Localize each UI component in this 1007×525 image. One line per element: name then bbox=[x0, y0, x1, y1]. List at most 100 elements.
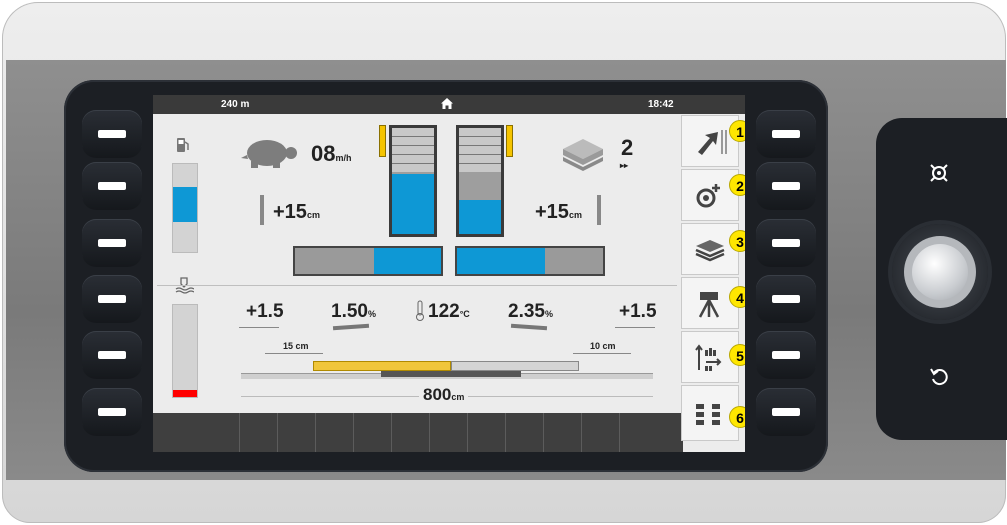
screed-left-plate bbox=[313, 361, 451, 371]
softkey-6-badge: 6 bbox=[729, 406, 745, 428]
left-height-readout: +1.5 bbox=[246, 301, 284, 322]
layer-sub: ▸▸ bbox=[620, 161, 629, 170]
left-hopper-fill bbox=[392, 173, 434, 234]
distance-readout: 240 m bbox=[221, 99, 250, 110]
left-button-1[interactable] bbox=[82, 110, 142, 158]
auger-right-value: +15 bbox=[535, 201, 569, 223]
layer-count: 2 bbox=[621, 135, 634, 160]
temperature-unit: °C bbox=[459, 309, 470, 319]
display-screen: 240 m 18:42 08m/h +15cm 2 ▸▸ +15cm +1.5 … bbox=[153, 95, 745, 452]
fuel-gauge bbox=[172, 163, 198, 253]
knob-panel bbox=[876, 118, 1007, 440]
screed-width-value: 800 bbox=[423, 385, 452, 404]
right-height-marker bbox=[615, 327, 655, 328]
left-slope-value: 1.50 bbox=[331, 301, 368, 322]
left-conveyor-fill bbox=[373, 248, 441, 274]
softkey-5-badge: 5 bbox=[729, 344, 745, 366]
softkey-3-badge: 3 bbox=[729, 230, 745, 252]
right-button-4[interactable] bbox=[756, 275, 816, 323]
auger-left-unit: cm bbox=[306, 210, 320, 220]
tripod-camera-icon bbox=[694, 290, 726, 323]
bottom-status-strip bbox=[153, 413, 683, 452]
right-height-readout: +1.5 bbox=[619, 301, 657, 322]
right-slope-value: 2.35 bbox=[508, 301, 545, 322]
left-button-5[interactable] bbox=[82, 331, 142, 379]
fuel-gauge-fill bbox=[173, 186, 197, 222]
tank-gauge bbox=[172, 304, 198, 398]
speed-readout: 08m/h bbox=[311, 141, 352, 167]
left-button-6[interactable] bbox=[82, 388, 142, 436]
clock-readout: 18:42 bbox=[648, 99, 674, 110]
softkey-1[interactable] bbox=[681, 115, 739, 167]
right-hopper-flap bbox=[506, 125, 513, 157]
auger-left-gauge-icon bbox=[260, 195, 264, 225]
temperature-readout: 122°C bbox=[428, 301, 470, 323]
softkey-4-badge: 4 bbox=[729, 286, 745, 308]
operator-panel: 240 m 18:42 08m/h +15cm 2 ▸▸ +15cm +1.5 … bbox=[0, 0, 1007, 525]
exit-arrow-icon bbox=[694, 128, 728, 161]
softkey-3[interactable] bbox=[681, 223, 739, 275]
right-hopper bbox=[456, 125, 504, 237]
right-hopper-grid bbox=[459, 128, 501, 172]
left-conveyor bbox=[293, 246, 443, 276]
left-slope-marker bbox=[332, 323, 370, 331]
left-hopper-flap bbox=[379, 125, 386, 157]
screed-width-unit: cm bbox=[451, 392, 465, 402]
rotary-knob[interactable] bbox=[892, 224, 988, 320]
right-slope-marker bbox=[510, 323, 548, 331]
screed-base bbox=[381, 371, 521, 377]
right-extension-label: 10 cm bbox=[590, 341, 616, 351]
knob-cap bbox=[912, 244, 968, 300]
screed-right-plate bbox=[451, 361, 579, 371]
left-slope-unit: % bbox=[367, 309, 376, 319]
left-extension-label: 15 cm bbox=[283, 341, 309, 351]
right-conveyor bbox=[455, 246, 605, 276]
status-bar: 240 m 18:42 bbox=[153, 95, 745, 114]
auger-right-readout: +15cm bbox=[535, 201, 582, 224]
right-button-1[interactable] bbox=[756, 110, 816, 158]
left-button-3[interactable] bbox=[82, 219, 142, 267]
left-extension-line bbox=[265, 353, 323, 354]
right-button-2[interactable] bbox=[756, 162, 816, 210]
left-height-marker bbox=[239, 327, 279, 328]
thermometer-icon bbox=[415, 300, 425, 327]
sort-list-icon bbox=[694, 344, 726, 377]
left-button-4[interactable] bbox=[82, 275, 142, 323]
water-tank-icon bbox=[174, 276, 195, 299]
screed-width-readout: 800cm bbox=[419, 385, 469, 405]
auger-right-gauge-icon bbox=[597, 195, 601, 225]
right-button-6[interactable] bbox=[756, 388, 816, 436]
right-conveyor-fill bbox=[457, 248, 545, 274]
auger-left-readout: +15cm bbox=[273, 201, 320, 224]
auger-left-value: +15 bbox=[273, 201, 307, 223]
right-hopper-fill bbox=[459, 200, 501, 234]
left-button-2[interactable] bbox=[82, 162, 142, 210]
turtle-icon bbox=[239, 137, 299, 174]
layers-icon bbox=[561, 139, 605, 178]
right-button-3[interactable] bbox=[756, 219, 816, 267]
softkey-2[interactable] bbox=[681, 169, 739, 221]
back-arrow-icon[interactable] bbox=[928, 365, 950, 392]
settings-add-icon bbox=[694, 182, 726, 215]
menu-grid-icon bbox=[694, 402, 726, 433]
target-icon[interactable] bbox=[928, 162, 950, 189]
auger-right-unit: cm bbox=[568, 210, 582, 220]
speed-unit: m/h bbox=[335, 153, 352, 163]
left-hopper-grid bbox=[392, 128, 434, 172]
fuel-pump-icon bbox=[176, 137, 190, 158]
temperature-value: 122 bbox=[428, 301, 460, 322]
softkey-2-badge: 2 bbox=[729, 174, 745, 196]
layers-icon bbox=[694, 238, 726, 267]
left-slope-readout: 1.50% bbox=[331, 301, 376, 323]
right-button-5[interactable] bbox=[756, 331, 816, 379]
left-hopper bbox=[389, 125, 437, 237]
speed-value: 08 bbox=[311, 141, 336, 166]
section-divider bbox=[157, 285, 677, 286]
softkey-1-badge: 1 bbox=[729, 120, 745, 142]
knob-ring bbox=[904, 236, 976, 308]
tank-gauge-fill bbox=[173, 389, 197, 397]
home-icon[interactable] bbox=[441, 98, 453, 112]
right-extension-line bbox=[573, 353, 631, 354]
right-slope-readout: 2.35% bbox=[508, 301, 553, 323]
right-slope-unit: % bbox=[544, 309, 553, 319]
